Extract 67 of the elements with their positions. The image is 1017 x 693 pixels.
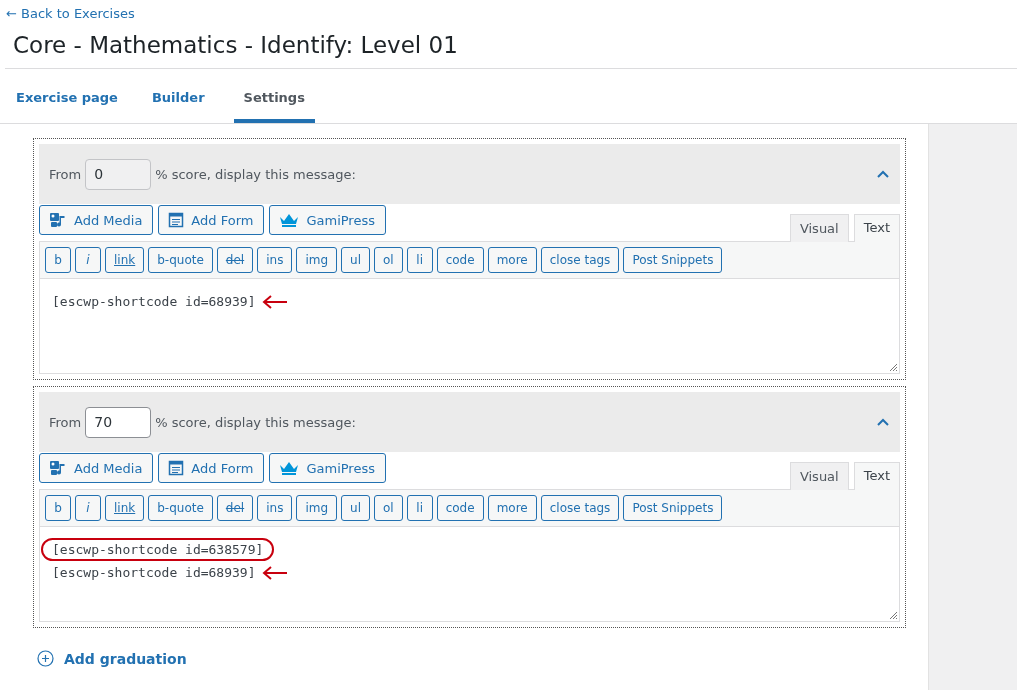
score-input[interactable]: 70 [85, 406, 152, 438]
text-editor-field[interactable]: [escwp-shortcode id=638579] [escwp-shortcode id=68939] [39, 527, 900, 622]
quicktag-button[interactable]: Post Snippets [623, 495, 723, 521]
page-tab[interactable]: Settings [233, 90, 315, 123]
editor-tab[interactable]: Visual [789, 462, 849, 490]
add-media-button[interactable]: Add Media [39, 205, 154, 235]
page-tab[interactable]: Builder [146, 90, 210, 123]
quicktag-button[interactable]: ol [374, 495, 403, 521]
editor-tab[interactable]: Text [853, 214, 900, 242]
form-icon [168, 212, 185, 228]
quicktag-button[interactable]: i [75, 247, 101, 273]
quicktag-button[interactable]: del [216, 495, 254, 521]
text-editor-field[interactable]: [escwp-shortcode id=68939] [39, 279, 900, 374]
add-form-button[interactable]: Add Form [158, 453, 265, 483]
add-media-button[interactable]: Add Media [39, 453, 154, 483]
quicktag-button[interactable]: b [45, 247, 71, 273]
quicktag-button[interactable]: i [75, 495, 101, 521]
editor-tab[interactable]: Text [853, 462, 900, 490]
resize-grip-icon[interactable] [889, 363, 898, 372]
quicktag-button[interactable]: more [487, 247, 537, 273]
quicktag-button[interactable]: more [487, 495, 537, 521]
add-form-button[interactable]: Add Form [158, 205, 265, 235]
form-icon [168, 460, 185, 476]
quicktag-button[interactable]: b [45, 495, 71, 521]
score-label: % score, display this message: [155, 414, 356, 430]
quicktag-button[interactable]: del [216, 247, 254, 273]
quicktag-button[interactable]: close tags [540, 247, 620, 273]
back-link[interactable]: ← Back to Exercises [6, 6, 135, 21]
quicktag-button[interactable]: ins [257, 495, 293, 521]
crown-icon [279, 461, 300, 475]
page-tab[interactable]: Exercise page [11, 90, 123, 123]
plugin-button[interactable]: GamiPress [269, 453, 386, 483]
quicktag-button[interactable]: li [406, 247, 433, 273]
quicktag-button[interactable]: ul [341, 495, 370, 521]
quicktag-button[interactable]: img [296, 247, 338, 273]
annotation-arrow-icon [261, 293, 288, 310]
quicktag-button[interactable]: ins [257, 247, 293, 273]
code-line: [escwp-shortcode id=68939] [51, 565, 257, 580]
resize-grip-icon[interactable] [889, 611, 898, 620]
from-label: From [49, 414, 82, 430]
code-line: [escwp-shortcode id=638579] [50, 542, 266, 557]
chevron-up-icon[interactable] [876, 417, 890, 427]
from-label: From [49, 166, 82, 182]
add-graduation-button[interactable]: Add graduation [37, 650, 187, 667]
media-icon [49, 212, 67, 228]
quicktag-button[interactable]: img [296, 495, 338, 521]
quicktag-button[interactable]: ul [341, 247, 370, 273]
quicktag-button[interactable]: b-quote [148, 247, 213, 273]
quicktag-button[interactable]: code [436, 247, 484, 273]
annotation-arrow-icon [261, 564, 288, 581]
page-title: Core - Mathematics - Identify: Level 01 [13, 31, 459, 60]
quicktag-button[interactable]: ol [374, 247, 403, 273]
quicktag-button[interactable]: Post Snippets [623, 247, 723, 273]
quicktag-button[interactable]: close tags [540, 495, 620, 521]
code-line: [escwp-shortcode id=68939] [51, 294, 257, 309]
editor-tab[interactable]: Visual [789, 214, 849, 242]
crown-icon [279, 213, 300, 227]
score-label: % score, display this message: [155, 166, 356, 182]
media-icon [49, 460, 67, 476]
quicktag-button[interactable]: link [105, 495, 145, 521]
chevron-up-icon[interactable] [876, 169, 890, 179]
quicktag-button[interactable]: b-quote [148, 495, 213, 521]
quicktag-button[interactable]: code [436, 495, 484, 521]
quicktag-button[interactable]: li [406, 495, 433, 521]
quicktag-button[interactable]: link [105, 247, 145, 273]
plus-circle-icon [37, 650, 54, 667]
plugin-button[interactable]: GamiPress [269, 205, 386, 235]
